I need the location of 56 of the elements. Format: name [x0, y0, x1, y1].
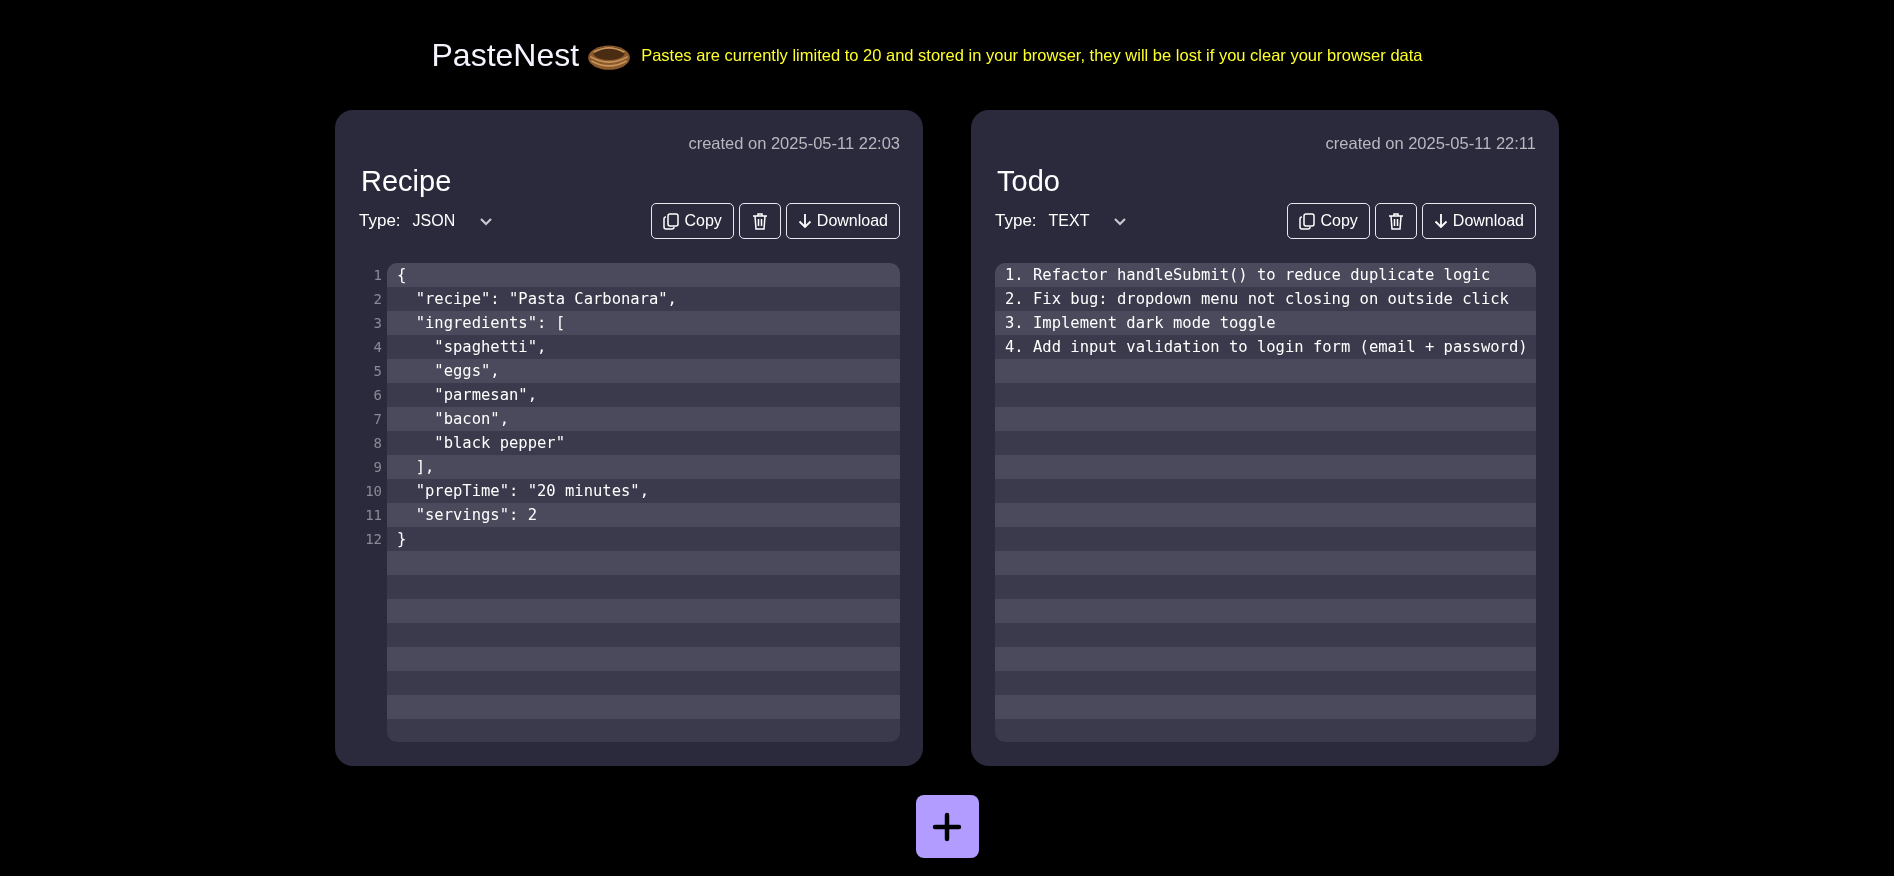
- chevron-down-icon: [479, 216, 494, 226]
- arrow-down-icon: [797, 213, 812, 229]
- delete-button[interactable]: [738, 203, 781, 239]
- text-line: }: [397, 529, 408, 550]
- chevron-down-icon: [1113, 216, 1128, 226]
- download-button[interactable]: Download: [1421, 203, 1536, 239]
- text-line: {: [397, 265, 408, 286]
- line-number: 6: [373, 386, 382, 405]
- plus-icon: [932, 811, 962, 842]
- paste-editor[interactable]: 1. Refactor handleSubmit() to reduce duplicate logic 2. Fix bug: dropdown menu not closing on outside click 3. Implement dark mode toggle 4. Add input validation to login form (email + password): [995, 263, 1536, 742]
- paste-title[interactable]: Recipe: [361, 165, 900, 198]
- text-line: 2. Fix bug: dropdown menu not closing on outside click: [1005, 289, 1510, 310]
- line-number: 7: [373, 410, 382, 429]
- line-number: 3: [373, 314, 382, 333]
- delete-button[interactable]: [1374, 203, 1417, 239]
- text-line: ],: [414, 457, 436, 478]
- line-number: 11: [365, 506, 382, 525]
- line-number: 8: [373, 434, 382, 453]
- paste-title[interactable]: Todo: [997, 165, 1536, 198]
- text-line: "bacon",: [433, 409, 510, 430]
- trash-icon: [751, 212, 768, 230]
- text-line: "black pepper": [433, 433, 566, 454]
- add-paste-button[interactable]: [915, 795, 979, 858]
- text-line: "recipe": "Pasta Carbonara",: [414, 289, 678, 310]
- copy-icon: [663, 212, 680, 230]
- text-line: 3. Implement dark mode toggle: [1005, 313, 1277, 334]
- line-number: 1: [373, 266, 382, 285]
- text-line: "eggs",: [433, 361, 501, 382]
- text-line: "ingredients": [: [414, 313, 566, 334]
- created-date: created on 2025-05-11 22:03: [688, 134, 900, 153]
- paste-editor[interactable]: { "recipe": "Pasta Carbonara", "ingredients": [ "spaghetti", "eggs", "parmesan", "bacon", "black pepper" ], "prepTime": "20 minutes", "servings": 2 }: [387, 263, 900, 742]
- text-line: "servings": 2: [414, 505, 538, 526]
- app-title: PasteNest: [431, 36, 580, 74]
- text-line: "parmesan",: [433, 385, 538, 406]
- line-number: 10: [365, 482, 382, 501]
- type-label: Type:: [359, 211, 401, 231]
- line-number: 12: [365, 530, 382, 549]
- line-number: 2: [373, 290, 382, 309]
- storage-notice: Pastes are currently limited to 20 and stored in your browser, they will be lost if you clear your browser data: [641, 45, 1423, 65]
- copy-button[interactable]: Copy: [1287, 203, 1370, 239]
- created-date: created on 2025-05-11 22:11: [1325, 134, 1536, 153]
- text-line: 1. Refactor handleSubmit() to reduce duplicate logic: [1005, 265, 1492, 286]
- text-line: "prepTime": "20 minutes",: [414, 481, 650, 502]
- copy-button[interactable]: Copy: [651, 203, 734, 239]
- type-dropdown[interactable]: TEXT: [1044, 210, 1132, 232]
- line-number: 4: [373, 338, 382, 357]
- text-line: 4. Add input validation to login form (email + password): [1005, 337, 1529, 358]
- line-number: 9: [373, 458, 382, 477]
- download-button[interactable]: Download: [785, 203, 900, 239]
- text-line: "spaghetti",: [433, 337, 548, 358]
- line-number: 5: [373, 362, 382, 381]
- type-dropdown[interactable]: JSON: [408, 210, 498, 232]
- type-label: Type:: [995, 211, 1037, 231]
- arrow-down-icon: [1433, 213, 1448, 229]
- copy-icon: [1299, 212, 1316, 230]
- trash-icon: [1387, 212, 1404, 230]
